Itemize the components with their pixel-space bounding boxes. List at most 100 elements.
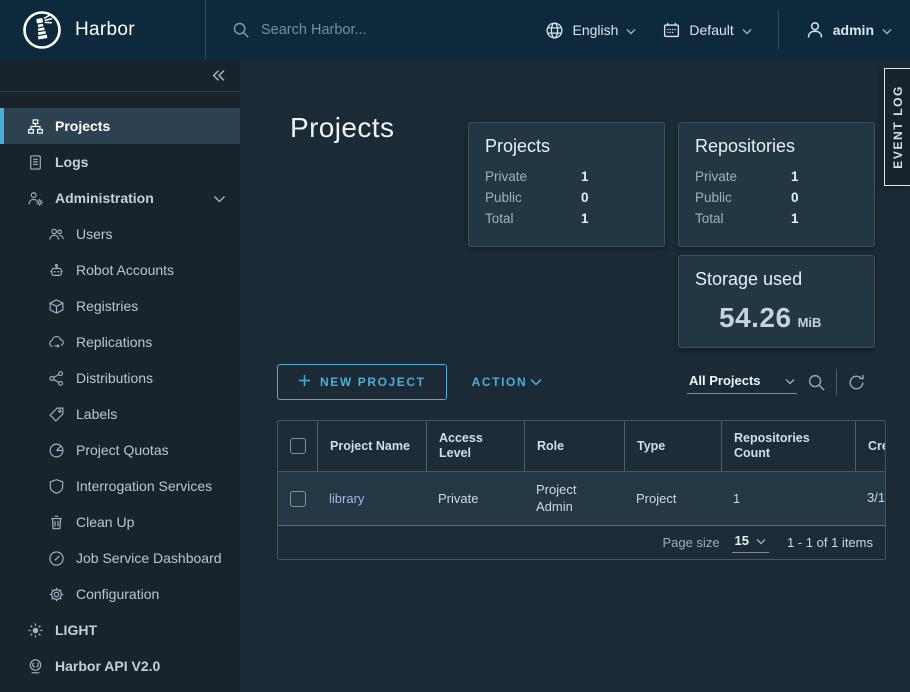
refresh-icon[interactable] bbox=[847, 373, 866, 392]
sidebar-collapse-button[interactable] bbox=[0, 60, 240, 92]
sidebar-nav: Projects Logs bbox=[0, 108, 240, 684]
sidebar-item-label: Configuration bbox=[76, 586, 159, 602]
sidebar-item-logs[interactable]: Logs bbox=[0, 144, 240, 180]
language-dropdown[interactable]: English bbox=[545, 21, 636, 40]
sidebar-item-users[interactable]: Users bbox=[0, 216, 240, 252]
user-icon bbox=[805, 20, 825, 40]
storage-used-card: Storage used 54.26MiB bbox=[678, 255, 875, 348]
summary-cards: Projects Private1 Public0 Total1 Reposit… bbox=[468, 122, 875, 348]
sidebar-item-configuration[interactable]: Configuration bbox=[0, 576, 240, 612]
user-menu[interactable]: admin bbox=[805, 20, 892, 40]
row-checkbox[interactable] bbox=[290, 491, 306, 507]
projects-summary-card: Projects Private1 Public0 Total1 bbox=[468, 122, 665, 247]
ui-theme-dropdown[interactable]: Default bbox=[662, 21, 751, 40]
sidebar-item-labels[interactable]: Labels bbox=[0, 396, 240, 432]
stat-label: Total bbox=[485, 211, 581, 226]
pagination-range: 1 - 1 of 1 items bbox=[787, 535, 873, 550]
sidebar-item-label: Projects bbox=[55, 118, 110, 134]
administration-icon bbox=[27, 190, 44, 207]
cell-access-level: Private bbox=[426, 483, 524, 514]
dashboard-gauge-icon bbox=[48, 550, 65, 567]
robot-icon bbox=[48, 262, 65, 279]
event-log-label: EVENT LOG bbox=[891, 85, 905, 169]
repositories-summary-card: Repositories Private1 Public0 Total1 bbox=[678, 122, 875, 247]
stat-value: 0 bbox=[791, 190, 858, 205]
event-log-tab[interactable]: EVENT LOG bbox=[884, 68, 910, 186]
sidebar-item-robot-accounts[interactable]: Robot Accounts bbox=[0, 252, 240, 288]
header-actions: English Default bbox=[545, 11, 910, 49]
display-icon bbox=[662, 21, 681, 40]
sidebar-item-label: Logs bbox=[55, 154, 88, 170]
harbor-lighthouse-logo-icon bbox=[22, 10, 62, 50]
sidebar-item-label: Interrogation Services bbox=[76, 478, 212, 494]
page-title: Projects bbox=[290, 112, 394, 144]
column-header-creation-time[interactable]: Creation Time bbox=[855, 421, 886, 471]
sidebar-item-label: Distributions bbox=[76, 370, 153, 386]
project-scope-select[interactable]: All Projects bbox=[687, 371, 797, 394]
card-title: Projects bbox=[485, 136, 648, 157]
trash-icon bbox=[48, 514, 65, 531]
sidebar-item-project-quotas[interactable]: Project Quotas bbox=[0, 432, 240, 468]
project-link[interactable]: library bbox=[329, 491, 364, 506]
chevron-down-icon bbox=[882, 22, 892, 38]
stat-label: Total bbox=[695, 211, 791, 226]
main-content: Projects Projects Private1 Public0 Total… bbox=[240, 60, 910, 692]
sidebar-item-clean-up[interactable]: Clean Up bbox=[0, 504, 240, 540]
stat-value: 1 bbox=[791, 169, 858, 184]
sidebar-item-administration[interactable]: Administration bbox=[0, 180, 240, 216]
new-project-button[interactable]: NEW PROJECT bbox=[277, 364, 447, 400]
gear-icon bbox=[48, 586, 65, 603]
plus-icon bbox=[298, 374, 311, 390]
sidebar-item-label: LIGHT bbox=[55, 622, 97, 638]
sidebar-item-label: Labels bbox=[76, 406, 117, 422]
sidebar-item-label: Project Quotas bbox=[76, 442, 169, 458]
column-header-access-level[interactable]: Access Level bbox=[426, 421, 524, 471]
page-size-select[interactable]: 15 bbox=[732, 533, 769, 553]
card-title: Storage used bbox=[695, 269, 858, 290]
cell-repositories-count: 1 bbox=[721, 483, 855, 514]
action-dropdown[interactable]: ACTION bbox=[472, 375, 543, 389]
new-project-label: NEW PROJECT bbox=[320, 375, 426, 389]
sidebar-item-label: Job Service Dashboard bbox=[76, 550, 222, 566]
sidebar-item-label: Robot Accounts bbox=[76, 262, 174, 278]
quota-pie-icon bbox=[48, 442, 65, 459]
replication-cloud-icon bbox=[48, 334, 65, 351]
select-all-checkbox[interactable] bbox=[290, 438, 306, 454]
sidebar-item-label: Clean Up bbox=[76, 514, 134, 530]
column-header-repositories-count[interactable]: Repositories Count bbox=[721, 421, 855, 471]
table-row: library Private Project Admin Project 1 … bbox=[278, 471, 885, 526]
sidebar: Projects Logs bbox=[0, 60, 240, 692]
table-header-row: Project Name Access Level Role Type Repo… bbox=[278, 421, 885, 471]
sidebar-item-interrogation-services[interactable]: Interrogation Services bbox=[0, 468, 240, 504]
chevron-down-icon bbox=[626, 22, 636, 38]
column-header-type[interactable]: Type bbox=[624, 421, 721, 471]
globe-icon bbox=[545, 21, 564, 40]
filter-search-icon[interactable] bbox=[807, 373, 826, 392]
chevron-down-icon bbox=[213, 190, 226, 206]
column-header-project-name[interactable]: Project Name bbox=[317, 421, 426, 471]
logs-icon bbox=[27, 154, 44, 171]
tag-icon bbox=[48, 406, 65, 423]
search-input[interactable] bbox=[259, 21, 499, 39]
page-size-label: Page size bbox=[662, 535, 719, 550]
share-icon bbox=[48, 370, 65, 387]
global-search bbox=[206, 21, 545, 39]
stat-value: 1 bbox=[581, 169, 648, 184]
ui-theme-label: Default bbox=[689, 22, 733, 38]
sidebar-item-harbor-api[interactable]: Harbor API V2.0 bbox=[0, 648, 240, 684]
app-header: Harbor English bbox=[0, 0, 910, 60]
storage-value: 54.26 bbox=[719, 302, 792, 333]
sidebar-item-job-service-dashboard[interactable]: Job Service Dashboard bbox=[0, 540, 240, 576]
page-size-value: 15 bbox=[735, 533, 749, 548]
sidebar-item-registries[interactable]: Registries bbox=[0, 288, 240, 324]
header-divider bbox=[778, 11, 779, 49]
stat-value: 1 bbox=[581, 211, 648, 226]
chevron-down-icon bbox=[785, 373, 795, 388]
sidebar-item-projects[interactable]: Projects bbox=[0, 108, 240, 144]
column-header-role[interactable]: Role bbox=[524, 421, 624, 471]
sidebar-item-distributions[interactable]: Distributions bbox=[0, 360, 240, 396]
stat-label: Private bbox=[485, 169, 581, 184]
sidebar-item-replications[interactable]: Replications bbox=[0, 324, 240, 360]
shield-icon bbox=[48, 478, 65, 495]
sidebar-item-theme-toggle[interactable]: LIGHT bbox=[0, 612, 240, 648]
